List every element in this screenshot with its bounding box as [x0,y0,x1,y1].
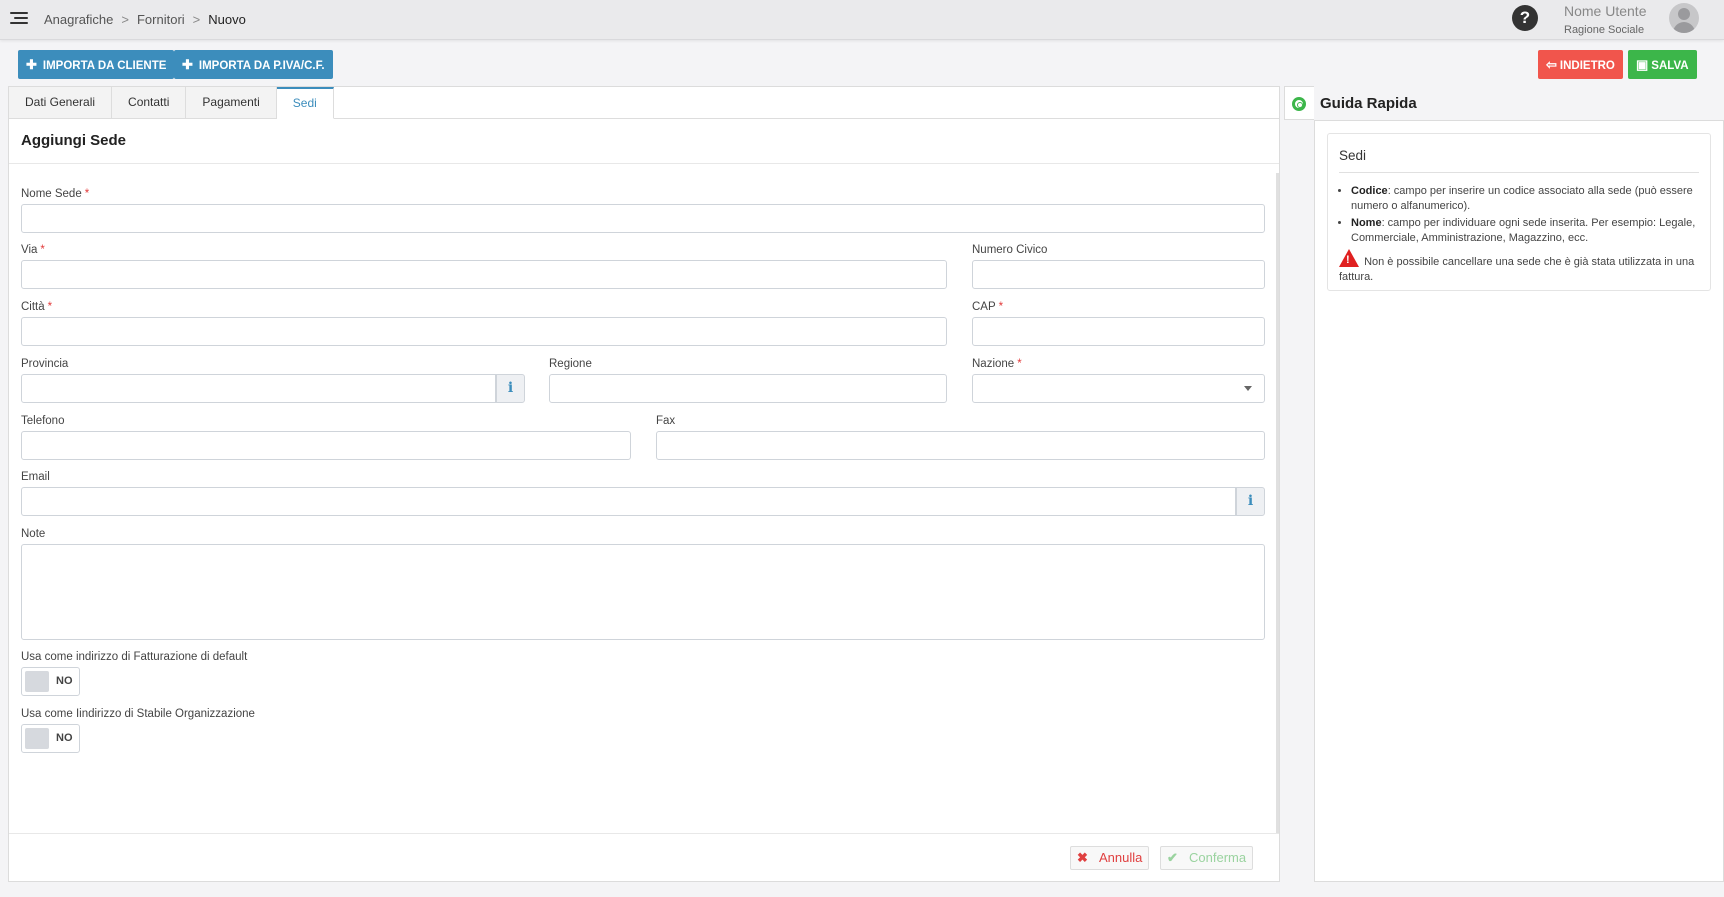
help-icon[interactable]: ? [1512,5,1538,31]
citta-input[interactable] [21,317,947,346]
breadcrumb-separator: > [192,12,201,27]
required-mark: * [47,301,53,313]
confirm-label: Conferma [1189,850,1247,865]
provincia-label: Provincia [21,358,69,370]
tab-dati-generali[interactable]: Dati Generali [9,87,113,119]
lifebuoy-icon [1292,97,1306,111]
guide-list: Codice: campo per inserire un codice ass… [1339,184,1703,248]
email-label: Email [21,471,50,483]
guide-card-title: Sedi [1339,148,1367,163]
main-panel: Dati Generali Contatti Pagamenti Sedi Ag… [8,86,1280,882]
plus-icon: ✚ [182,57,193,72]
tab-sedi[interactable]: Sedi [276,87,334,119]
numero-civico-input[interactable] [972,260,1265,289]
import-from-piva-button[interactable]: ✚ IMPORTA DA P.IVA/C.F. [174,50,333,79]
fax-input[interactable] [656,431,1265,460]
save-label: SALVA [1651,60,1689,72]
import-from-client-label: IMPORTA DA CLIENTE [42,60,167,72]
toggle-state: NO [56,675,73,687]
user-company: Ragione Sociale [1564,24,1645,36]
cap-label-text: CAP [972,301,996,313]
toggle-state: NO [56,732,73,744]
guide-card: Sedi Codice: campo per inserire un codic… [1327,133,1711,291]
breadcrumb-separator: > [121,12,129,27]
nome-sede-input[interactable] [21,204,1265,233]
guide-warning: Non è possibile cancellare una sede che … [1339,249,1703,285]
tab-bar: Dati Generali Contatti Pagamenti Sedi [9,87,334,119]
check-icon: ✔ [1167,850,1178,865]
telefono-label: Telefono [21,415,65,427]
provincia-input[interactable] [21,374,496,403]
guide-title: Guida Rapida [1320,95,1417,112]
save-button[interactable]: ▣ SALVA [1628,50,1697,79]
menu-icon[interactable] [10,12,28,26]
citta-label: Città * [21,301,52,313]
default-billing-label: Usa come indirizzo di Fatturazione di de… [21,651,248,663]
tab-contatti[interactable]: Contatti [112,87,187,119]
guide-toggle[interactable] [1284,86,1314,120]
via-label-text: Via [21,244,38,256]
toggle-knob [25,671,49,692]
fax-label: Fax [656,415,676,427]
required-mark: * [40,244,45,256]
close-icon: ✖ [1077,850,1088,865]
breadcrumb-fornitori[interactable]: Fornitori [137,12,185,27]
guide-warning-text: Non è possibile cancellare una sede che … [1339,256,1695,283]
back-button[interactable]: ⇦ INDIETRO [1538,50,1623,79]
confirm-button[interactable]: ✔ Conferma [1160,846,1254,870]
guide-term: Nome [1351,217,1382,229]
user-name[interactable]: Nome Utente [1564,3,1646,19]
chevron-down-icon [1244,386,1252,391]
required-mark: * [998,301,1004,313]
guide-term: Codice [1351,185,1388,197]
nazione-label-text: Nazione [972,358,1015,370]
nome-sede-label-text: Nome Sede [21,188,82,200]
default-billing-toggle[interactable]: NO [21,667,80,696]
citta-label-text: Città [21,301,45,313]
cancel-label: Annulla [1099,850,1143,865]
guide-text: : campo per inserire un codice associato… [1351,185,1693,212]
nome-sede-label: Nome Sede * [21,188,89,200]
required-mark: * [1017,358,1022,370]
back-label: INDIETRO [1559,60,1615,72]
top-bar: Anagrafiche > Fornitori > Nuovo ? Nome U… [0,0,1724,40]
warning-icon [1339,249,1359,268]
import-from-piva-label: IMPORTA DA P.IVA/C.F. [198,60,325,72]
regione-label: Regione [549,358,592,370]
scrollbar[interactable] [1276,173,1279,833]
cancel-button[interactable]: ✖ Annulla [1070,846,1150,870]
breadcrumb: Anagrafiche > Fornitori > Nuovo [44,12,246,27]
numero-civico-label: Numero Civico [972,244,1048,256]
cap-label: CAP * [972,301,1003,313]
nazione-label: Nazione * [972,358,1022,370]
panel-title: Aggiungi Sede [21,132,126,149]
list-item: Nome: campo per individuare ogni sede in… [1351,216,1703,246]
required-mark: * [84,188,90,200]
guide-panel: Sedi Codice: campo per inserire un codic… [1314,120,1724,882]
email-info-icon[interactable]: i [1236,487,1265,516]
via-input[interactable] [21,260,947,289]
stable-org-label: Usa come Iindirizzo di Stabile Organizza… [21,708,255,720]
provincia-info-icon[interactable]: i [496,374,525,403]
cap-input[interactable] [972,317,1265,346]
floppy-disk-icon: ▣ [1636,57,1649,72]
regione-input[interactable] [549,374,947,403]
stable-org-toggle[interactable]: NO [21,724,80,753]
telefono-input[interactable] [21,431,631,460]
note-textarea[interactable] [21,544,1265,640]
toggle-knob [25,728,49,749]
breadcrumb-nuovo: Nuovo [208,12,246,27]
email-input[interactable] [21,487,1236,516]
via-label: Via * [21,244,45,256]
list-item: Codice: campo per inserire un codice ass… [1351,184,1703,214]
breadcrumb-anagrafiche[interactable]: Anagrafiche [44,12,113,27]
nazione-select[interactable] [972,374,1265,403]
plus-icon: ✚ [26,57,37,72]
import-from-client-button[interactable]: ✚ IMPORTA DA CLIENTE [18,50,175,79]
avatar[interactable] [1669,3,1699,33]
guide-text: : campo per individuare ogni sede inseri… [1351,217,1696,244]
tab-pagamenti[interactable]: Pagamenti [186,87,277,119]
arrow-left-icon: ⇦ [1546,57,1557,72]
note-label: Note [21,528,46,540]
